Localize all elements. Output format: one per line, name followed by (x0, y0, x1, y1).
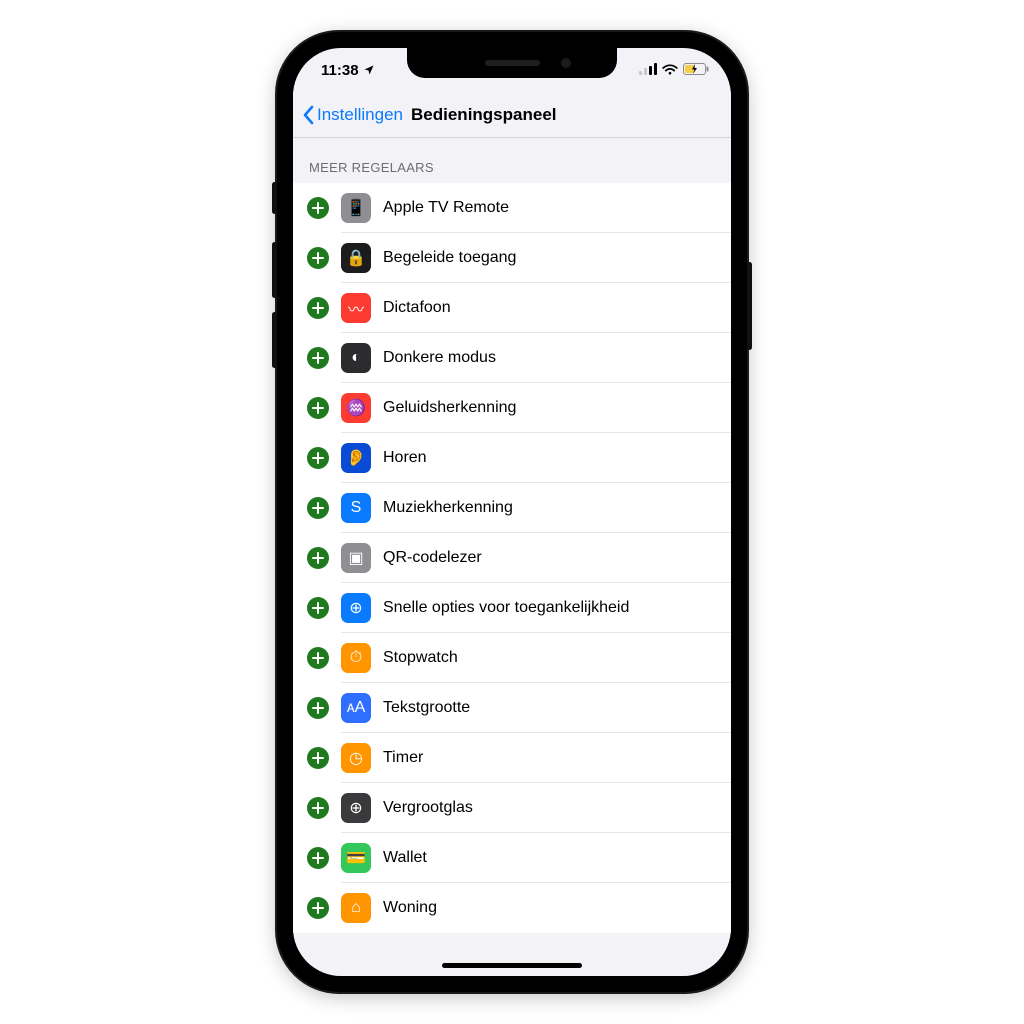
side-button[interactable] (747, 262, 752, 350)
location-icon (363, 64, 375, 76)
control-label: Vergrootglas (383, 799, 473, 817)
control-row-hearing[interactable]: 👂 Horen (293, 433, 731, 483)
control-row-accessibility[interactable]: ⊕ Snelle opties voor toegankelijkheid (293, 583, 731, 633)
magnifier-icon: ⊕ (341, 793, 371, 823)
controls-list: 📱 Apple TV Remote 🔒 Begeleide toegang 〰 Dicta… (293, 183, 731, 933)
control-row-text-size[interactable]: ᴀA Tekstgrootte (293, 683, 731, 733)
voice-memos-icon: 〰 (341, 293, 371, 323)
sound-recog-icon: ♒ (341, 393, 371, 423)
control-label: Donkere modus (383, 349, 496, 367)
control-label: Begeleide toegang (383, 249, 516, 267)
phone-frame: 11:38 (277, 32, 747, 992)
add-button[interactable] (307, 547, 329, 569)
wifi-icon (662, 62, 678, 79)
control-row-stopwatch[interactable]: ⏱ Stopwatch (293, 633, 731, 683)
add-button[interactable] (307, 597, 329, 619)
stopwatch-icon: ⏱ (341, 643, 371, 673)
volume-down-button[interactable] (272, 312, 277, 368)
control-row-apple-tv-remote[interactable]: 📱 Apple TV Remote (293, 183, 731, 233)
control-row-timer[interactable]: ◷ Timer (293, 733, 731, 783)
home-icon: ⌂ (341, 893, 371, 923)
control-row-music-recog[interactable]: S Muziekherkenning (293, 483, 731, 533)
notch (407, 48, 617, 78)
add-button[interactable] (307, 447, 329, 469)
control-label: QR-codelezer (383, 549, 482, 567)
cellular-signal-icon (639, 62, 657, 79)
control-row-qr-reader[interactable]: ▣ QR-codelezer (293, 533, 731, 583)
control-label: Tekstgrootte (383, 699, 470, 717)
control-label: Woning (383, 899, 437, 917)
apple-tv-remote-icon: 📱 (341, 193, 371, 223)
add-button[interactable] (307, 747, 329, 769)
text-size-icon: ᴀA (341, 693, 371, 723)
control-label: Wallet (383, 849, 427, 867)
page-title: Bedieningspaneel (411, 105, 556, 125)
status-time: 11:38 (321, 62, 359, 79)
add-button[interactable] (307, 497, 329, 519)
back-label: Instellingen (317, 105, 403, 125)
section-header: MEER REGELAARS (293, 138, 731, 183)
front-camera (561, 58, 571, 68)
control-label: Stopwatch (383, 649, 458, 667)
mute-switch[interactable] (272, 182, 277, 214)
guided-access-icon: 🔒 (341, 243, 371, 273)
add-button[interactable] (307, 247, 329, 269)
accessibility-icon: ⊕ (341, 593, 371, 623)
home-indicator[interactable] (442, 963, 582, 968)
qr-reader-icon: ▣ (341, 543, 371, 573)
add-button[interactable] (307, 797, 329, 819)
hearing-icon: 👂 (341, 443, 371, 473)
add-button[interactable] (307, 197, 329, 219)
music-recog-icon: S (341, 493, 371, 523)
add-button[interactable] (307, 897, 329, 919)
control-row-dark-mode[interactable]: ◐ Donkere modus (293, 333, 731, 383)
screen: 11:38 (293, 48, 731, 976)
add-button[interactable] (307, 397, 329, 419)
control-label: Horen (383, 449, 427, 467)
dark-mode-icon: ◐ (341, 343, 371, 373)
control-label: Timer (383, 749, 423, 767)
timer-icon: ◷ (341, 743, 371, 773)
add-button[interactable] (307, 347, 329, 369)
control-row-home[interactable]: ⌂ Woning (293, 883, 731, 933)
add-button[interactable] (307, 697, 329, 719)
control-label: Apple TV Remote (383, 199, 509, 217)
control-label: Geluidsherkenning (383, 399, 516, 417)
control-row-sound-recog[interactable]: ♒ Geluidsherkenning (293, 383, 731, 433)
wallet-icon: 💳 (341, 843, 371, 873)
control-row-voice-memos[interactable]: 〰 Dictafoon (293, 283, 731, 333)
nav-bar: Instellingen Bedieningspaneel (293, 92, 731, 138)
control-label: Muziekherkenning (383, 499, 513, 517)
add-button[interactable] (307, 847, 329, 869)
volume-up-button[interactable] (272, 242, 277, 298)
control-row-wallet[interactable]: 💳 Wallet (293, 833, 731, 883)
speaker-grille (485, 60, 540, 66)
control-row-guided-access[interactable]: 🔒 Begeleide toegang (293, 233, 731, 283)
control-row-magnifier[interactable]: ⊕ Vergrootglas (293, 783, 731, 833)
control-label: Dictafoon (383, 299, 451, 317)
control-label: Snelle opties voor toegankelijkheid (383, 599, 629, 617)
add-button[interactable] (307, 647, 329, 669)
add-button[interactable] (307, 297, 329, 319)
back-button[interactable]: Instellingen (301, 105, 403, 125)
battery-charging-icon (683, 62, 709, 79)
